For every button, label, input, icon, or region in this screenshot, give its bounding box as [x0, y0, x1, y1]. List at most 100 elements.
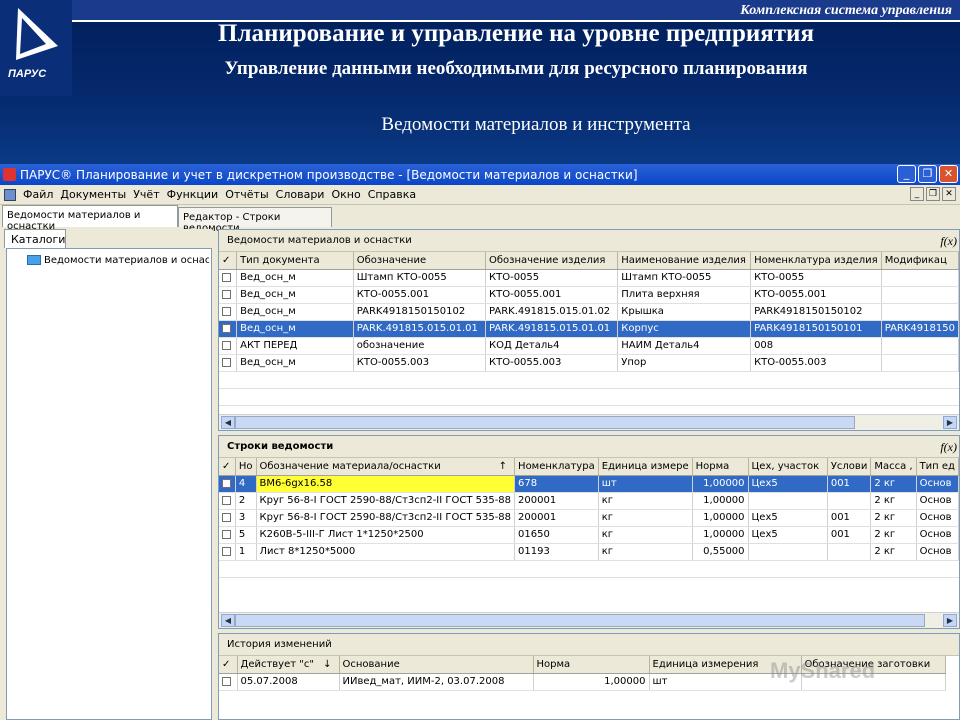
row-checkbox[interactable]	[219, 475, 236, 493]
menu-documents[interactable]: Документы	[60, 188, 126, 201]
table-cell: Корпус	[617, 320, 752, 338]
menu-dictionaries[interactable]: Словари	[276, 188, 325, 201]
row-checkbox[interactable]	[219, 337, 238, 355]
checkbox[interactable]	[222, 546, 231, 556]
column-header[interactable]: Номенклатура	[514, 458, 599, 476]
column-header[interactable]: Масса ,	[870, 458, 917, 476]
lines-panel-title-text: Строки ведомости	[227, 441, 334, 452]
column-header[interactable]: Наименование изделия	[617, 252, 752, 270]
table-row[interactable]: Вед_осн_м КТО-0055.001 КТО-0055.001 Плита в…	[219, 286, 959, 304]
table-cell: кг	[598, 526, 693, 544]
column-header[interactable]: Норма	[692, 458, 749, 476]
tab-editor[interactable]: Редактор - Строки ведомости	[178, 207, 332, 234]
row-checkbox[interactable]	[219, 526, 236, 544]
row-checkbox[interactable]	[219, 303, 238, 321]
row-checkbox[interactable]	[219, 320, 238, 338]
column-header[interactable]: Модификац	[881, 252, 959, 270]
scroll-left-icon[interactable]: ◀	[221, 614, 235, 627]
empty-cell	[692, 560, 749, 578]
lines-hscrollbar[interactable]: ◀ ▶	[219, 612, 959, 628]
column-header[interactable]: Основание	[339, 656, 534, 674]
tab-catalogs[interactable]: Каталоги	[4, 229, 66, 248]
menu-file[interactable]: Файл	[23, 188, 53, 201]
sort-icon[interactable]: ↓	[323, 659, 331, 670]
select-all-checkbox[interactable]: ✓	[219, 656, 238, 674]
scroll-right-icon[interactable]: ▶	[943, 614, 957, 627]
checkbox[interactable]	[222, 323, 231, 333]
table-row[interactable]: 3 Круг 56-8-I ГОСТ 2590-88/Ст3сп2-II ГОСТ…	[219, 509, 959, 527]
table-cell: АКТ ПЕРЕД	[236, 337, 354, 355]
column-header[interactable]: Действует "с" ↓	[237, 656, 340, 674]
table-row[interactable]: Вед_осн_м КТО-0055.003 КТО-0055.003 Упор КТО…	[219, 354, 959, 372]
restore-button[interactable]: ❐	[918, 165, 937, 183]
child-minimize-button[interactable]: _	[910, 187, 924, 201]
column-header[interactable]: Тип ед	[916, 458, 959, 476]
bom-panel-title: Ведомости материалов и оснастки f(x)	[219, 230, 959, 252]
menu-window[interactable]: Окно	[331, 188, 360, 201]
menu-functions[interactable]: Функции	[167, 188, 219, 201]
minimize-button[interactable]: _	[897, 165, 916, 183]
table-row[interactable]: 1 Лист 8*1250*5000 01193 кг 0,55000 2 кг Основ	[219, 543, 959, 561]
row-checkbox[interactable]	[219, 354, 238, 372]
column-header[interactable]: Услови	[827, 458, 872, 476]
child-restore-button[interactable]: ❐	[926, 187, 940, 201]
column-header[interactable]: Тип документа	[236, 252, 354, 270]
checkbox[interactable]	[222, 529, 231, 539]
checkbox[interactable]	[222, 340, 231, 350]
table-cell: 2 кг	[870, 526, 917, 544]
table-row[interactable]: Вед_осн_м Штамп КТО-0055 КТО-0055 Штамп КТО…	[219, 269, 959, 287]
select-all-checkbox[interactable]: ✓	[219, 252, 238, 270]
table-cell	[881, 337, 959, 355]
menu-doc-icon[interactable]	[4, 188, 16, 201]
child-close-button[interactable]: ✕	[942, 187, 956, 201]
table-row[interactable]: Вед_осн_м PARK4918150150102 PARK.491815.01…	[219, 303, 959, 321]
table-row[interactable]: 5 К260В-5-III-Г Лист 1*1250*2500 01650 кг 1,…	[219, 526, 959, 544]
scroll-left-icon[interactable]: ◀	[221, 416, 235, 429]
tab-bom[interactable]: Ведомости материалов и оснастки	[2, 205, 178, 232]
menu-reports[interactable]: Отчёты	[225, 188, 268, 201]
table-row[interactable]: 2 Круг 56-8-I ГОСТ 2590-88/Ст3сп2-II ГОСТ…	[219, 492, 959, 510]
row-checkbox[interactable]	[219, 492, 236, 510]
menu-help[interactable]: Справка	[368, 188, 416, 201]
table-cell: PARK4918150150101	[750, 320, 882, 338]
checkbox[interactable]	[222, 289, 231, 299]
column-header[interactable]: Обозначение материала/оснастки ↑	[256, 458, 516, 476]
row-checkbox[interactable]	[219, 543, 236, 561]
table-cell: ИИвед_мат, ИИМ-2, 03.07.2008	[339, 673, 534, 691]
table-row[interactable]: АКТ ПЕРЕД обозначение КОД Деталь4 НАИМ Дета…	[219, 337, 959, 355]
column-header[interactable]: Норма	[533, 656, 650, 674]
checkbox[interactable]	[222, 478, 231, 488]
column-header[interactable]: Но	[235, 458, 257, 476]
column-header[interactable]: Обозначение изделия	[485, 252, 619, 270]
row-checkbox[interactable]	[219, 286, 238, 304]
menu-accounting[interactable]: Учёт	[133, 188, 159, 201]
column-header[interactable]: Обозначение	[353, 252, 487, 270]
row-checkbox[interactable]	[219, 673, 238, 691]
scroll-thumb[interactable]	[235, 416, 855, 429]
tree-item-bom[interactable]: Ведомости материалов и оснастки	[27, 255, 209, 266]
table-cell: шт	[598, 475, 693, 493]
checkbox[interactable]	[222, 495, 231, 505]
checkbox[interactable]	[222, 512, 231, 522]
checkbox[interactable]	[222, 676, 231, 686]
scroll-thumb[interactable]	[235, 614, 925, 627]
checkbox[interactable]	[222, 306, 231, 316]
column-header[interactable]: Единица измере	[598, 458, 693, 476]
bom-hscrollbar[interactable]: ◀ ▶	[219, 414, 959, 430]
select-all-checkbox[interactable]: ✓	[219, 458, 236, 476]
formula-icon[interactable]: f(x)	[940, 440, 957, 455]
checkbox[interactable]	[222, 357, 231, 367]
formula-icon[interactable]: f(x)	[940, 234, 957, 249]
row-checkbox[interactable]	[219, 269, 238, 287]
row-checkbox[interactable]	[219, 509, 236, 527]
sort-icon[interactable]: ↑	[499, 461, 507, 472]
scroll-right-icon[interactable]: ▶	[943, 416, 957, 429]
table-row[interactable]: 4 ВМ6-6gx16.58 678 шт 1,00000 Цех5 001 2 кг Осно…	[219, 475, 959, 493]
table-cell	[748, 492, 828, 510]
checkbox[interactable]	[222, 272, 231, 282]
table-row[interactable]: Вед_осн_м PARK.491815.015.01.01 PARK.49181…	[219, 320, 959, 338]
column-header[interactable]: Цех, участок	[748, 458, 828, 476]
column-header[interactable]: Номенклатура изделия	[750, 252, 882, 270]
window-titlebar[interactable]: ПАРУС® Планирование и учет в дискретном …	[0, 164, 960, 185]
close-button[interactable]: ✕	[939, 165, 958, 183]
